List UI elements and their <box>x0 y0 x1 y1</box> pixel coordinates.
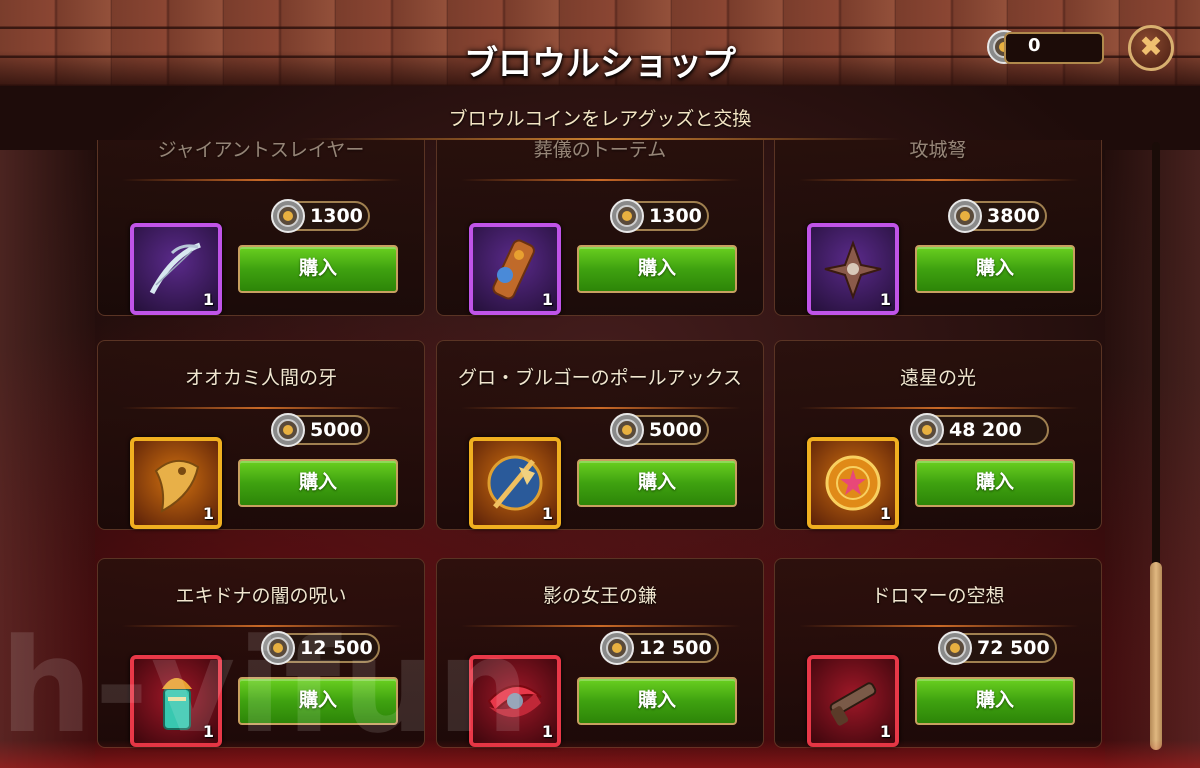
item-slot[interactable]: 1 <box>130 437 222 529</box>
shop-item-card: 葬儀のトーテム 1 1300 購入 <box>436 140 764 316</box>
crossbow-icon <box>824 240 882 300</box>
buy-button[interactable]: 購入 <box>238 677 398 725</box>
scrollbar-thumb[interactable] <box>1150 562 1162 750</box>
buy-button[interactable]: 購入 <box>577 459 737 507</box>
brawl-coin-icon <box>609 412 645 452</box>
item-slot[interactable]: 1 <box>807 437 899 529</box>
brawl-coin-icon <box>937 630 973 670</box>
item-quantity: 1 <box>202 504 214 523</box>
item-quantity: 1 <box>879 290 891 309</box>
item-name: 葬儀のトーテム <box>533 140 667 161</box>
background-art-left <box>0 150 95 768</box>
item-slot[interactable]: 1 <box>469 655 561 747</box>
bow-icon <box>149 242 201 295</box>
item-quantity: 1 <box>879 722 891 741</box>
totem-icon <box>492 239 535 300</box>
item-name: 攻城弩 <box>909 140 967 161</box>
item-divider <box>799 407 1079 409</box>
brawl-coin-icon <box>909 412 945 452</box>
brawl-coin-icon <box>609 198 645 238</box>
brawl-coin-icon <box>599 630 635 670</box>
price-value: 12 500 <box>639 637 712 659</box>
price-value: 5000 <box>649 419 702 441</box>
shop-item-grid[interactable]: ジャイアントスレイヤー 1 1300 購入 葬儀のトーテム 1 1300 購入 攻城弩 1 3800… <box>97 140 1103 768</box>
buy-button[interactable]: 購入 <box>238 459 398 507</box>
item-divider <box>461 407 741 409</box>
item-divider <box>122 625 402 627</box>
item-divider <box>122 179 402 181</box>
poleaxe-icon <box>487 455 543 511</box>
shop-item-card: ジャイアントスレイヤー 1 1300 購入 <box>97 140 425 316</box>
item-slot[interactable]: 1 <box>807 655 899 747</box>
item-price: 12 500 <box>261 631 380 665</box>
fang-icon <box>154 460 200 513</box>
close-button[interactable]: ✖ <box>1128 25 1174 71</box>
buy-button[interactable]: 購入 <box>238 245 398 293</box>
shop-subtitle: ブロウルコインをレアグッズと交換 <box>448 108 752 130</box>
item-quantity: 1 <box>879 504 891 523</box>
price-value: 48 200 <box>949 419 1022 441</box>
brawl-coin-icon <box>270 198 306 238</box>
brawl-coin-icon <box>947 198 983 238</box>
item-name: ジャイアントスレイヤー <box>157 140 365 161</box>
item-divider <box>799 625 1079 627</box>
item-quantity: 1 <box>541 722 553 741</box>
scythe-icon <box>487 684 542 718</box>
buy-button[interactable]: 購入 <box>915 245 1075 293</box>
item-price: 3800 <box>948 199 1047 233</box>
buy-button[interactable]: 購入 <box>577 245 737 293</box>
item-price: 12 500 <box>600 631 719 665</box>
item-name: ドロマーの空想 <box>871 585 1005 607</box>
item-name: エキドナの闇の呪い <box>175 585 347 607</box>
brawl-coin-icon <box>270 412 306 452</box>
currency-value: 0 <box>1028 35 1041 56</box>
buy-button[interactable]: 購入 <box>915 677 1075 725</box>
buy-button[interactable]: 購入 <box>915 459 1075 507</box>
item-quantity: 1 <box>541 290 553 309</box>
item-price: 1300 <box>610 199 709 233</box>
shop-item-card: ドロマーの空想 1 72 500 購入 <box>774 558 1102 748</box>
item-divider <box>461 179 741 181</box>
item-name: 影の女王の鎌 <box>542 585 657 607</box>
item-name: グロ・ブルゴーのポールアックス <box>457 367 743 389</box>
item-slot[interactable]: 1 <box>469 437 561 529</box>
shop-item-card: エキドナの闇の呪い 1 12 500 購入 <box>97 558 425 748</box>
item-slot[interactable]: 1 <box>469 223 561 315</box>
shop-item-card: 遠星の光 1 48 200 購入 <box>774 340 1102 530</box>
item-quantity: 1 <box>541 504 553 523</box>
price-value: 1300 <box>649 205 702 227</box>
star-medallion-icon <box>825 455 881 511</box>
price-value: 3800 <box>987 205 1040 227</box>
item-slot[interactable]: 1 <box>130 655 222 747</box>
shop-item-card: グロ・ブルゴーのポールアックス 1 5000 購入 <box>436 340 764 530</box>
item-price: 72 500 <box>938 631 1057 665</box>
currency-counter <box>1004 32 1104 64</box>
price-value: 1300 <box>310 205 363 227</box>
shop-item-card: 影の女王の鎌 1 12 500 購入 <box>436 558 764 748</box>
item-price: 48 200 <box>910 413 1049 447</box>
gun-icon <box>829 682 877 726</box>
item-quantity: 1 <box>202 290 214 309</box>
brawl-coin-icon <box>260 630 296 670</box>
curse-vial-icon <box>162 678 192 730</box>
item-quantity: 1 <box>202 722 214 741</box>
item-name: オオカミ人間の牙 <box>184 367 337 389</box>
buy-button[interactable]: 購入 <box>577 677 737 725</box>
item-name: 遠星の光 <box>899 367 976 389</box>
item-divider <box>461 625 741 627</box>
item-price: 1300 <box>271 199 370 233</box>
item-divider <box>122 407 402 409</box>
price-value: 72 500 <box>977 637 1050 659</box>
shop-item-card: 攻城弩 1 3800 購入 <box>774 140 1102 316</box>
item-slot[interactable]: 1 <box>807 223 899 315</box>
price-value: 12 500 <box>300 637 373 659</box>
item-slot[interactable]: 1 <box>130 223 222 315</box>
item-price: 5000 <box>271 413 370 447</box>
item-price: 5000 <box>610 413 709 447</box>
item-divider <box>799 179 1079 181</box>
price-value: 5000 <box>310 419 363 441</box>
shop-item-card: オオカミ人間の牙 1 5000 購入 <box>97 340 425 530</box>
